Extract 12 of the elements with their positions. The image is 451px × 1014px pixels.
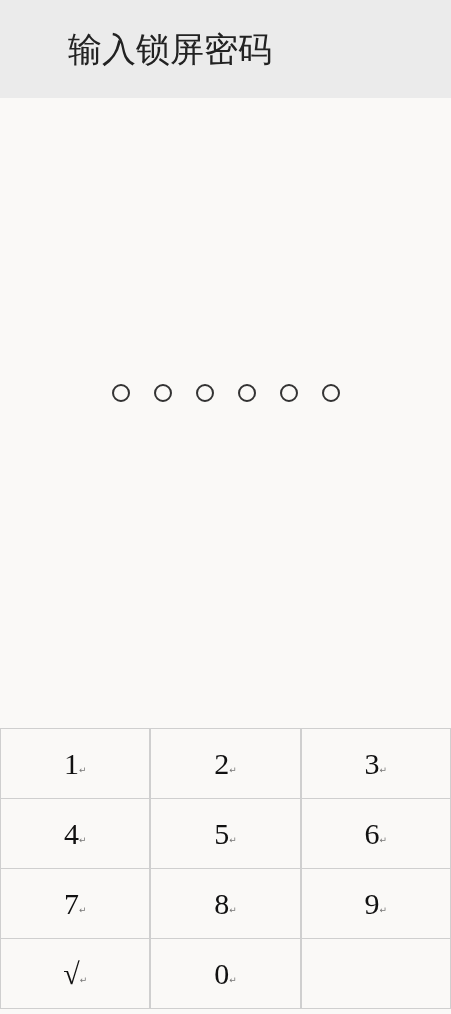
keypad-key[interactable]: √↵ [0, 939, 151, 1009]
keypad-key[interactable]: 2↵ [150, 729, 301, 799]
keypad-key[interactable]: 3↵ [300, 729, 451, 799]
keypad-key[interactable]: 7↵ [0, 869, 151, 939]
keypad-key[interactable]: 8↵ [150, 869, 301, 939]
keypad-key[interactable]: 6↵ [300, 799, 451, 869]
keypad-key[interactable]: 4↵ [0, 799, 151, 869]
keypad-key[interactable]: 5↵ [150, 799, 301, 869]
header-title: 输入锁屏密码 [68, 27, 272, 71]
keypad-key[interactable]: 1↵ [0, 729, 151, 799]
keypad-key[interactable]: 9↵ [300, 869, 451, 939]
keypad-key[interactable]: 0↵ [150, 939, 301, 1009]
